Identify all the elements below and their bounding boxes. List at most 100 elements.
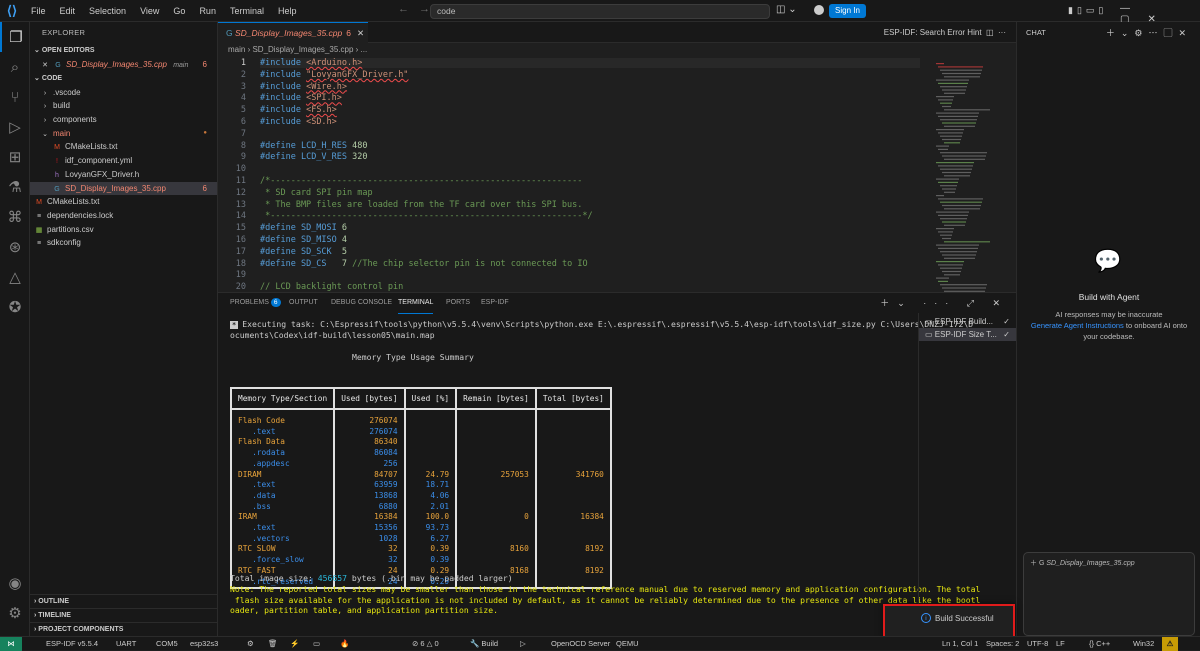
extensions-icon[interactable]: ⊞: [0, 142, 30, 172]
code-line[interactable]: #define SD_MOSI 6: [260, 223, 347, 233]
generate-agent-instructions-link[interactable]: Generate Agent Instructions: [1031, 321, 1124, 330]
code-line[interactable]: // LCD backlight control pin: [260, 282, 403, 292]
menu-item-run[interactable]: Run: [192, 6, 223, 16]
tree-item-dependencies-lock[interactable]: ≡ dependencies.lock: [30, 209, 217, 223]
copilot-icon[interactable]: ◫ ⌄: [776, 4, 797, 15]
status-right-item-0[interactable]: Ln 1, Col 1: [942, 637, 978, 650]
status-item-0[interactable]: ESP-IDF v5.5.4: [46, 637, 98, 650]
status-item-8[interactable]: 🔥: [340, 637, 349, 650]
code-line[interactable]: #define SD_MISO 4: [260, 235, 347, 245]
search-error-hint[interactable]: ESP-IDF: Search Error Hint: [884, 28, 982, 37]
status-item-12[interactable]: OpenOCD Server: [551, 637, 610, 650]
menu-item-help[interactable]: Help: [271, 6, 304, 16]
code-line[interactable]: #include <FS.h>: [260, 105, 337, 115]
chat-input[interactable]: ＋ G SD_Display_Images_35.cpp: [1023, 552, 1195, 636]
code-line[interactable]: *---------------------------------------…: [260, 211, 593, 221]
terminal-instance[interactable]: ▭ ESP-IDF Size T... ✓: [919, 328, 1016, 341]
build-success-notification[interactable]: i Build Successful: [883, 604, 1015, 638]
status-item-6[interactable]: ⚡: [290, 637, 299, 650]
code-line[interactable]: /*--------------------------------------…: [260, 176, 582, 186]
outline-section[interactable]: › OUTLINE: [30, 594, 218, 608]
settings-gear-icon[interactable]: ⚙: [0, 598, 30, 628]
account-avatar-icon[interactable]: ◉: [0, 568, 30, 598]
tree-item-idf-component-yml[interactable]: ! idf_component.yml: [30, 154, 217, 168]
tree-item-build[interactable]: › build: [30, 99, 217, 113]
status-right-item-5[interactable]: Win32: [1133, 637, 1154, 650]
tab-terminal[interactable]: TERMINAL: [398, 293, 434, 314]
remote-indicator-icon[interactable]: ⋈: [0, 637, 22, 651]
chat-context-attachment[interactable]: ＋ G SD_Display_Images_35.cpp: [1030, 558, 1135, 568]
status-right-item-3[interactable]: LF: [1056, 637, 1065, 650]
breadcrumb[interactable]: main › SD_Display_Images_35.cpp › ...: [218, 43, 1016, 57]
status-item-2[interactable]: COM5: [156, 637, 178, 650]
tab-ports[interactable]: PORTS: [446, 293, 470, 313]
editor-actions[interactable]: ESP-IDF: Search Error Hint ◫ ···: [884, 22, 1006, 43]
code-line[interactable]: #include <SD.h>: [260, 117, 337, 127]
code-line[interactable]: #define LCD_H_RES 480: [260, 141, 368, 151]
source-control-icon[interactable]: ⑂: [0, 82, 30, 112]
account-icon[interactable]: [814, 5, 824, 15]
tree-item-sd-display-images-35-cpp[interactable]: G SD_Display_Images_35.cpp 6: [30, 181, 217, 196]
chat-actions[interactable]: ＋⌄⚙⋯▢✕: [1106, 22, 1192, 44]
layout-controls[interactable]: ▮▯▭▯: [1068, 5, 1107, 16]
timeline-section[interactable]: › TIMELINE: [30, 608, 218, 622]
status-item-1[interactable]: UART: [116, 637, 136, 650]
search-icon[interactable]: ⌕: [0, 52, 30, 82]
command-center-search[interactable]: code: [430, 4, 770, 19]
warning-icon[interactable]: ⚠: [1162, 637, 1178, 651]
workspace-root[interactable]: ⌄ CODE: [30, 72, 217, 86]
code-line[interactable]: #define LCD_V_RES 320: [260, 152, 368, 162]
project-components-section[interactable]: › PROJECT COMPONENTS: [30, 622, 218, 636]
python-icon[interactable]: ⌘: [0, 202, 30, 232]
tab-debug-console[interactable]: DEBUG CONSOLE: [331, 293, 392, 313]
open-editor-item[interactable]: ✕ G SD_Display_Images_35.cpp main 6: [30, 58, 217, 72]
status-right-item-4[interactable]: {} C++: [1089, 637, 1110, 650]
code-line[interactable]: #include <Arduino.h>: [260, 58, 920, 68]
code-line[interactable]: #include <SPI.h>: [260, 93, 342, 103]
tree-item-cmakelists-txt[interactable]: M CMakeLists.txt: [30, 195, 217, 209]
tree-item--vscode[interactable]: › .vscode: [30, 86, 217, 100]
menu-item-edit[interactable]: Edit: [53, 6, 83, 16]
close-tab-icon[interactable]: ✕: [357, 28, 364, 38]
explorer-icon[interactable]: ❐: [0, 22, 30, 52]
tab-output[interactable]: OUTPUT: [289, 293, 318, 313]
tree-item-sdkconfig[interactable]: ≡ sdkconfig: [30, 236, 217, 250]
cmake-icon[interactable]: △: [0, 262, 30, 292]
run-debug-icon[interactable]: ▷: [0, 112, 30, 142]
close-icon[interactable]: ✕: [40, 59, 50, 73]
code-line[interactable]: * The BMP files are loaded from the TF c…: [260, 200, 582, 210]
status-item-11[interactable]: ▷: [520, 637, 526, 650]
sign-in-button[interactable]: Sign In: [829, 4, 866, 18]
tree-item-main[interactable]: ⌄ main ●: [30, 127, 217, 141]
status-item-5[interactable]: 🗑: [268, 637, 278, 650]
terminal-output[interactable]: * Executing task: C:\Espressif\tools\pyth…: [218, 315, 980, 637]
menu-item-file[interactable]: File: [24, 6, 53, 16]
status-right-item-1[interactable]: Spaces: 2: [986, 637, 1019, 650]
code-line[interactable]: #include <Wire.h>: [260, 82, 347, 92]
tab-sd-display-images[interactable]: G SD_Display_Images_35.cpp 6 ✕: [218, 22, 368, 43]
code-view[interactable]: 1 #include <Arduino.h> 2 #include "LovyanGF…: [218, 57, 928, 292]
menu-item-go[interactable]: Go: [166, 6, 192, 16]
terminal-instance[interactable]: ▭ ESP-IDF Build... ✓: [919, 315, 1016, 328]
open-editors-section[interactable]: ⌄ OPEN EDITORS: [30, 44, 217, 58]
minimap[interactable]: [932, 57, 1012, 292]
espressif-icon[interactable]: ✪: [0, 292, 30, 322]
code-line[interactable]: * SD card SPI pin map: [260, 188, 372, 198]
status-item-9[interactable]: ⊘ 6 △ 0: [412, 637, 439, 650]
code-line[interactable]: #define SD_CS 7 //The chip selector pin …: [260, 259, 588, 269]
code-line[interactable]: #include "LovyanGFX_Driver.h": [260, 70, 408, 80]
tree-item-cmakelists-txt[interactable]: M CMakeLists.txt: [30, 140, 217, 154]
tree-item-lovyangfx-driver-h[interactable]: h LovyanGFX_Driver.h: [30, 168, 217, 182]
panel-controls[interactable]: ＋⌄ ··· ⤢ ✕: [880, 293, 1008, 313]
menu-item-selection[interactable]: Selection: [82, 6, 133, 16]
menu-item-terminal[interactable]: Terminal: [223, 6, 271, 16]
status-item-10[interactable]: 🔧 Build: [470, 637, 498, 650]
menu-item-view[interactable]: View: [133, 6, 166, 16]
status-item-4[interactable]: ⚙: [247, 637, 254, 650]
remote-icon[interactable]: ⊛: [0, 232, 30, 262]
testing-icon[interactable]: ⚗: [0, 172, 30, 202]
status-item-7[interactable]: ▭: [313, 637, 320, 650]
tab-problems[interactable]: PROBLEMS 6: [230, 293, 281, 313]
status-right-item-2[interactable]: UTF-8: [1027, 637, 1048, 650]
tab-esp-idf[interactable]: ESP-IDF: [481, 293, 509, 313]
